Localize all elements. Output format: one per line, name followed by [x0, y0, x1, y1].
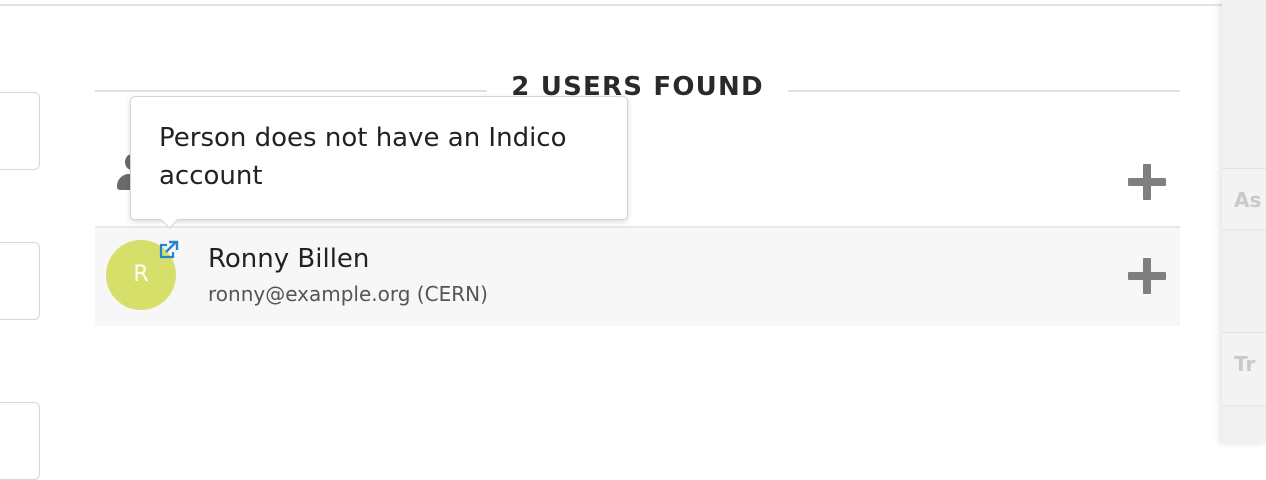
form-field[interactable] — [0, 92, 40, 170]
user-result-row: R Ronny Billen ronny@example.org (CERN) — [95, 228, 1180, 326]
heading-divider-right — [788, 90, 1180, 92]
top-divider — [0, 4, 1222, 6]
tooltip-text: Person does not have an Indico account — [159, 123, 567, 191]
external-link-icon[interactable] — [159, 240, 179, 260]
tooltip: Person does not have an Indico account — [130, 96, 628, 229]
add-user-button[interactable] — [1128, 258, 1166, 294]
add-user-button[interactable] — [1128, 164, 1166, 200]
heading-divider-left — [95, 90, 487, 92]
user-email: ronny@example.org (CERN) — [208, 282, 488, 306]
background-panel: As Tr — [1222, 0, 1266, 444]
form-field[interactable] — [0, 242, 40, 320]
form-field[interactable] — [0, 402, 40, 480]
user-name: Ronny Billen — [208, 244, 370, 274]
